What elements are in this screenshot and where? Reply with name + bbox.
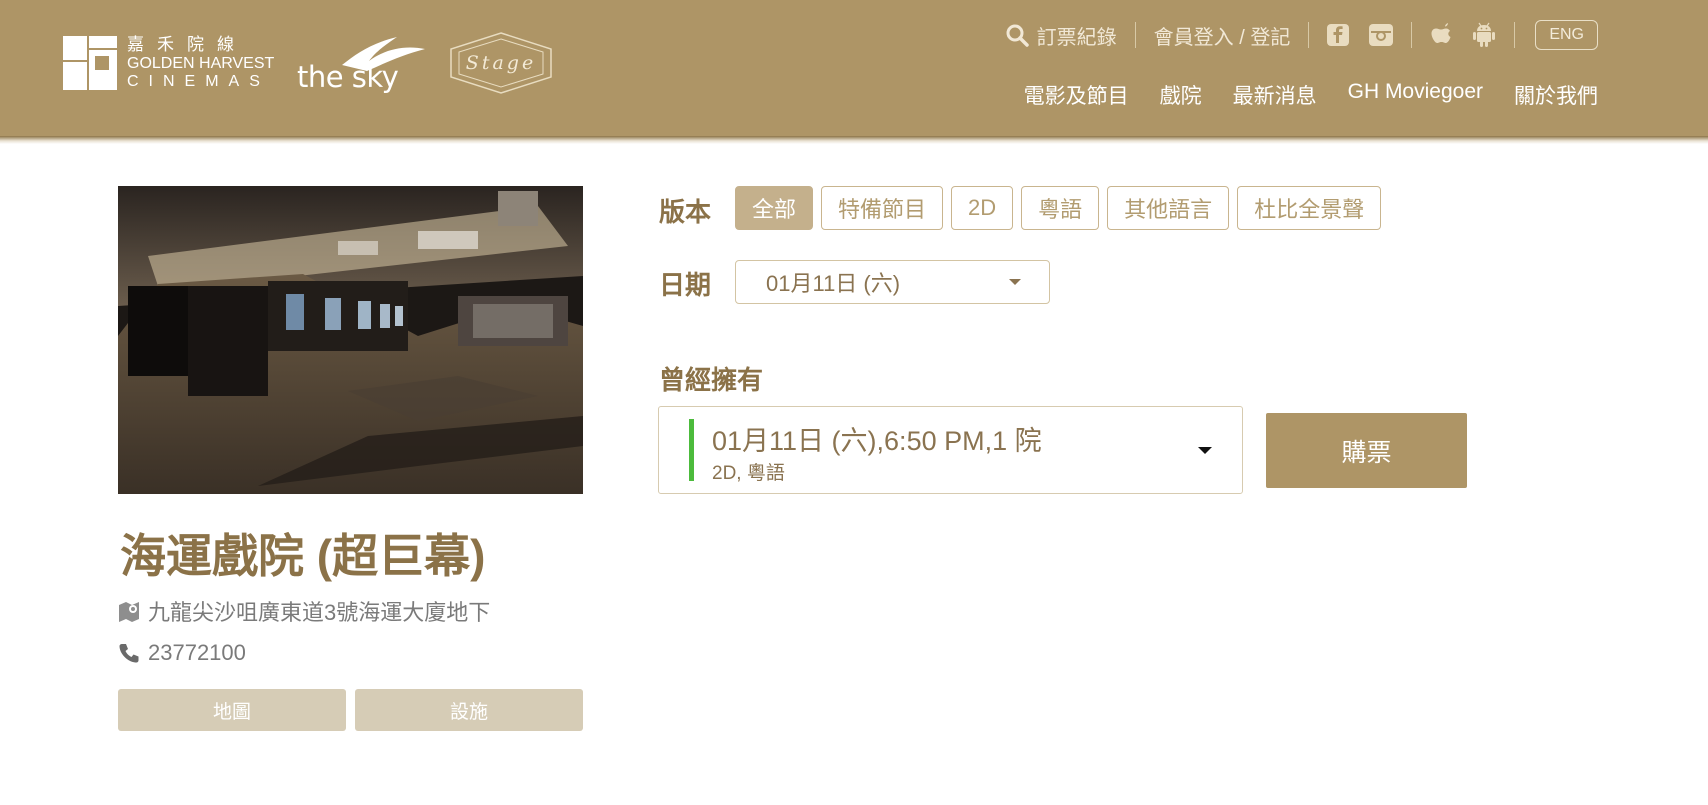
nav-item-about[interactable]: 關於我們 (1514, 80, 1598, 110)
cinema-phone: 23772100 (148, 640, 246, 665)
booking-record-label: 訂票紀錄 (1036, 26, 1117, 49)
phone-icon (118, 642, 140, 664)
date-select-value: 01月11日 (六) (766, 271, 901, 296)
member-login-label: 會員登入 / 登記 (1153, 26, 1291, 49)
cinema-photo (118, 186, 583, 494)
nav-item-moviegoer[interactable]: GH Moviegoer (1348, 80, 1483, 110)
showtime-select[interactable]: 01月11日 (六),6:50 PM,1 院 2D, 粵語 (658, 406, 1243, 494)
header-shadow (0, 136, 1708, 144)
search-icon (1005, 23, 1029, 47)
date-label: 日期 (659, 270, 712, 300)
chevron-down-icon (1198, 447, 1212, 454)
svg-text:Stage: Stage (466, 52, 536, 74)
nav-item-cinemas[interactable]: 戲院 (1160, 80, 1202, 110)
version-chip-2d[interactable]: 2D (951, 186, 1014, 230)
showtime-main: 01月11日 (六),6:50 PM,1 院 (712, 426, 1042, 456)
divider (1514, 22, 1516, 48)
member-login-link[interactable]: 會員登入 / 登記 (1154, 21, 1291, 50)
top-utility-links: 訂票紀錄 會員登入 / 登記 ENG (1005, 18, 1598, 52)
map-button[interactable]: 地圖 (118, 689, 346, 731)
chevron-down-icon (1009, 279, 1021, 285)
android-icon[interactable] (1472, 22, 1496, 48)
language-toggle-button[interactable]: ENG (1535, 20, 1598, 50)
divider (1308, 22, 1310, 48)
golden-harvest-logo[interactable]: 嘉禾院線 GOLDEN HARVEST CINEMAS (63, 36, 274, 90)
showtime-sub: 2D, 粵語 (712, 463, 785, 484)
site-header: 嘉禾院線 GOLDEN HARVEST CINEMAS the sky Stag… (0, 0, 1708, 136)
divider (1134, 22, 1136, 48)
version-filter-chips: 全部 特備節目 2D 粵語 其他語言 杜比全景聲 (735, 186, 1382, 230)
date-select[interactable]: 01月11日 (六) (735, 260, 1050, 304)
version-chip-all[interactable]: 全部 (735, 186, 814, 230)
version-chip-cantonese[interactable]: 粵語 (1021, 186, 1100, 230)
cinema-name: 海運戲院 (超巨幕) (120, 530, 486, 582)
version-chip-dolby-atmos[interactable]: 杜比全景聲 (1237, 186, 1382, 230)
instagram-icon[interactable] (1369, 24, 1394, 46)
apple-icon[interactable] (1430, 22, 1452, 48)
cinema-address: 九龍尖沙咀廣東道3號海運大廈地下 (148, 600, 491, 625)
divider (1411, 22, 1413, 48)
map-marker-icon (118, 600, 140, 622)
availability-indicator (689, 419, 694, 481)
booking-record-link[interactable]: 訂票紀錄 (1005, 21, 1117, 50)
nav-item-news[interactable]: 最新消息 (1233, 80, 1317, 110)
main-navigation: 電影及節目 戲院 最新消息 GH Moviegoer 關於我們 (1024, 80, 1598, 110)
buy-ticket-button[interactable]: 購票 (1266, 413, 1467, 488)
phone-row: 23772100 (118, 640, 246, 666)
version-label: 版本 (659, 197, 712, 227)
facebook-icon[interactable] (1327, 24, 1350, 46)
version-chip-other-languages[interactable]: 其他語言 (1107, 186, 1230, 230)
the-sky-logo[interactable]: the sky (297, 35, 427, 97)
golden-harvest-logo-mark (63, 36, 117, 90)
version-chip-special[interactable]: 特備節目 (821, 186, 944, 230)
nav-item-movies[interactable]: 電影及節目 (1024, 80, 1129, 110)
stage-logo[interactable]: Stage (447, 31, 555, 95)
facilities-button[interactable]: 設施 (355, 689, 583, 731)
movie-title: 曾經擁有 (659, 365, 764, 395)
address-row: 九龍尖沙咀廣東道3號海運大廈地下 (118, 595, 490, 627)
golden-harvest-logo-text: 嘉禾院線 GOLDEN HARVEST CINEMAS (127, 35, 275, 90)
